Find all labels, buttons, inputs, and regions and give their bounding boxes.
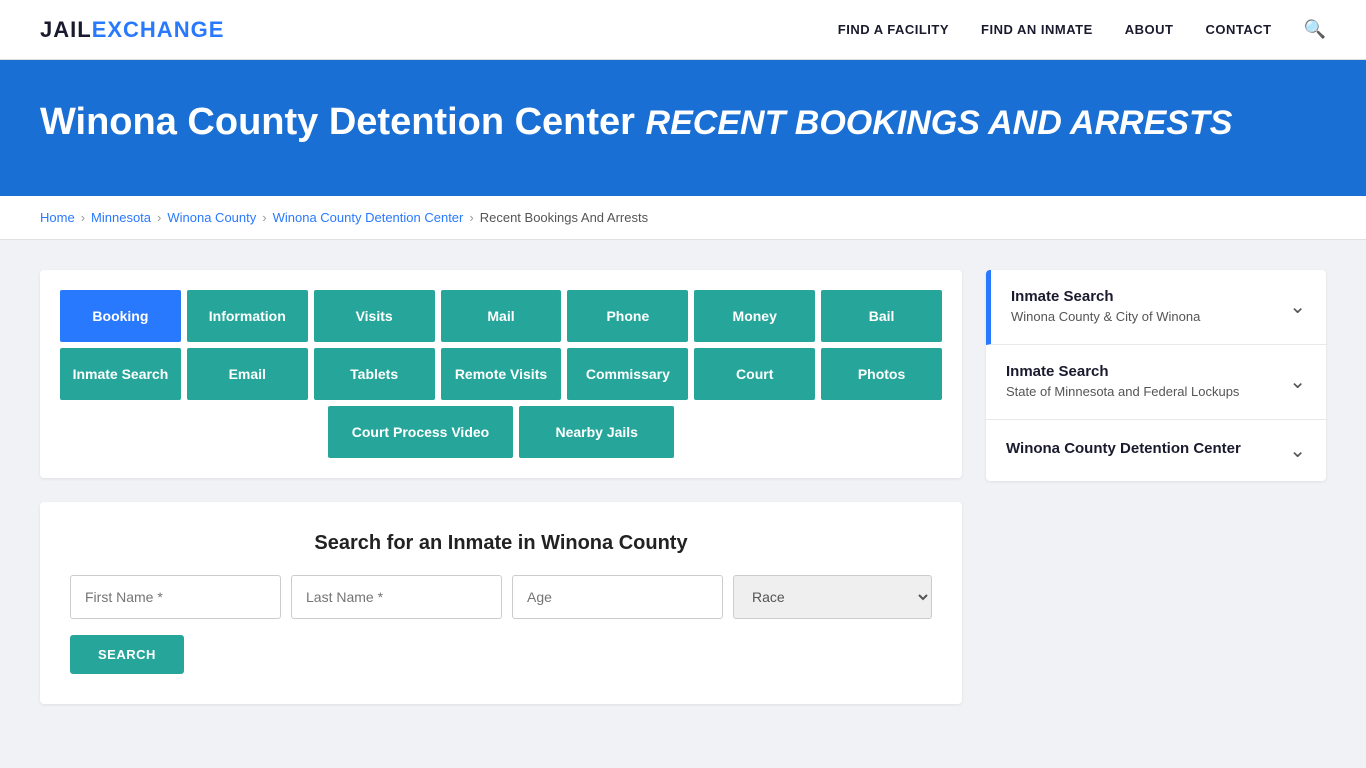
sidebar-item-left-1: Inmate Search Winona County & City of Wi… — [1011, 288, 1289, 326]
breadcrumb-current: Recent Bookings And Arrests — [480, 210, 648, 225]
left-column: Booking Information Visits Mail Phone Mo… — [40, 270, 962, 704]
tab-booking[interactable]: Booking — [60, 290, 181, 342]
breadcrumb-sep-3: › — [262, 210, 266, 225]
sidebar-item-title-3: Winona County Detention Center — [1006, 440, 1289, 457]
chevron-down-icon-3: ⌄ — [1289, 438, 1306, 463]
breadcrumb-sep-4: › — [469, 210, 473, 225]
chevron-down-icon-2: ⌄ — [1289, 369, 1306, 394]
tab-visits[interactable]: Visits — [314, 290, 435, 342]
sidebar-item-subtitle-1: Winona County & City of Winona — [1011, 308, 1289, 326]
logo[interactable]: JAILEXCHANGE — [40, 17, 224, 43]
sidebar-item-inmate-search-state[interactable]: Inmate Search State of Minnesota and Fed… — [986, 345, 1326, 420]
sidebar-item-subtitle-2: State of Minnesota and Federal Lockups — [1006, 383, 1289, 401]
search-fields: Race — [70, 575, 932, 619]
race-select[interactable]: Race — [733, 575, 932, 619]
tab-row-1: Booking Information Visits Mail Phone Mo… — [60, 290, 942, 342]
sidebar-item-left-3: Winona County Detention Center — [1006, 440, 1289, 460]
navbar: JAILEXCHANGE FIND A FACILITY FIND AN INM… — [0, 0, 1366, 60]
sidebar-item-detention-center[interactable]: Winona County Detention Center ⌄ — [986, 420, 1326, 481]
breadcrumb-winona-county[interactable]: Winona County — [167, 210, 256, 225]
search-section: Search for an Inmate in Winona County Ra… — [40, 502, 962, 704]
tab-nearby-jails[interactable]: Nearby Jails — [519, 406, 674, 458]
tab-remote-visits[interactable]: Remote Visits — [441, 348, 562, 400]
tab-row-2: Inmate Search Email Tablets Remote Visit… — [60, 348, 942, 400]
main-content: Booking Information Visits Mail Phone Mo… — [0, 240, 1366, 734]
tab-inmate-search[interactable]: Inmate Search — [60, 348, 181, 400]
breadcrumb: Home › Minnesota › Winona County › Winon… — [0, 196, 1366, 240]
breadcrumb-minnesota[interactable]: Minnesota — [91, 210, 151, 225]
breadcrumb-sep-2: › — [157, 210, 161, 225]
nav-links: FIND A FACILITY FIND AN INMATE ABOUT CON… — [838, 19, 1326, 40]
tab-email[interactable]: Email — [187, 348, 308, 400]
sidebar-card: Inmate Search Winona County & City of Wi… — [986, 270, 1326, 481]
nav-find-inmate[interactable]: FIND AN INMATE — [981, 22, 1093, 37]
tab-tablets[interactable]: Tablets — [314, 348, 435, 400]
tab-bail[interactable]: Bail — [821, 290, 942, 342]
breadcrumb-detention-center[interactable]: Winona County Detention Center — [273, 210, 464, 225]
last-name-input[interactable] — [291, 575, 502, 619]
tab-row-3: Court Process Video Nearby Jails — [60, 406, 942, 458]
tab-mail[interactable]: Mail — [441, 290, 562, 342]
tab-commissary[interactable]: Commissary — [567, 348, 688, 400]
sidebar-item-inmate-search-winona[interactable]: Inmate Search Winona County & City of Wi… — [986, 270, 1326, 345]
breadcrumb-sep-1: › — [81, 210, 85, 225]
nav-contact[interactable]: CONTACT — [1205, 22, 1271, 37]
tab-information[interactable]: Information — [187, 290, 308, 342]
sidebar-item-title-1: Inmate Search — [1011, 288, 1289, 305]
sidebar-item-left-2: Inmate Search State of Minnesota and Fed… — [1006, 363, 1289, 401]
tab-money[interactable]: Money — [694, 290, 815, 342]
search-button[interactable]: SEARCH — [70, 635, 184, 674]
nav-about[interactable]: ABOUT — [1125, 22, 1174, 37]
tab-court-process-video[interactable]: Court Process Video — [328, 406, 513, 458]
logo-exchange: EXCHANGE — [92, 17, 225, 43]
tab-buttons-section: Booking Information Visits Mail Phone Mo… — [40, 270, 962, 478]
nav-find-facility[interactable]: FIND A FACILITY — [838, 22, 949, 37]
first-name-input[interactable] — [70, 575, 281, 619]
hero-section: Winona County Detention Center RECENT BO… — [0, 60, 1366, 196]
page-title: Winona County Detention Center RECENT BO… — [40, 100, 1326, 146]
age-input[interactable] — [512, 575, 723, 619]
search-title: Search for an Inmate in Winona County — [70, 532, 932, 555]
tab-court[interactable]: Court — [694, 348, 815, 400]
chevron-down-icon-1: ⌄ — [1289, 294, 1306, 319]
search-icon[interactable]: 🔍 — [1304, 19, 1326, 40]
tab-phone[interactable]: Phone — [567, 290, 688, 342]
breadcrumb-home[interactable]: Home — [40, 210, 75, 225]
tab-photos[interactable]: Photos — [821, 348, 942, 400]
sidebar-item-title-2: Inmate Search — [1006, 363, 1289, 380]
right-sidebar: Inmate Search Winona County & City of Wi… — [986, 270, 1326, 481]
logo-jail: JAIL — [40, 17, 92, 43]
